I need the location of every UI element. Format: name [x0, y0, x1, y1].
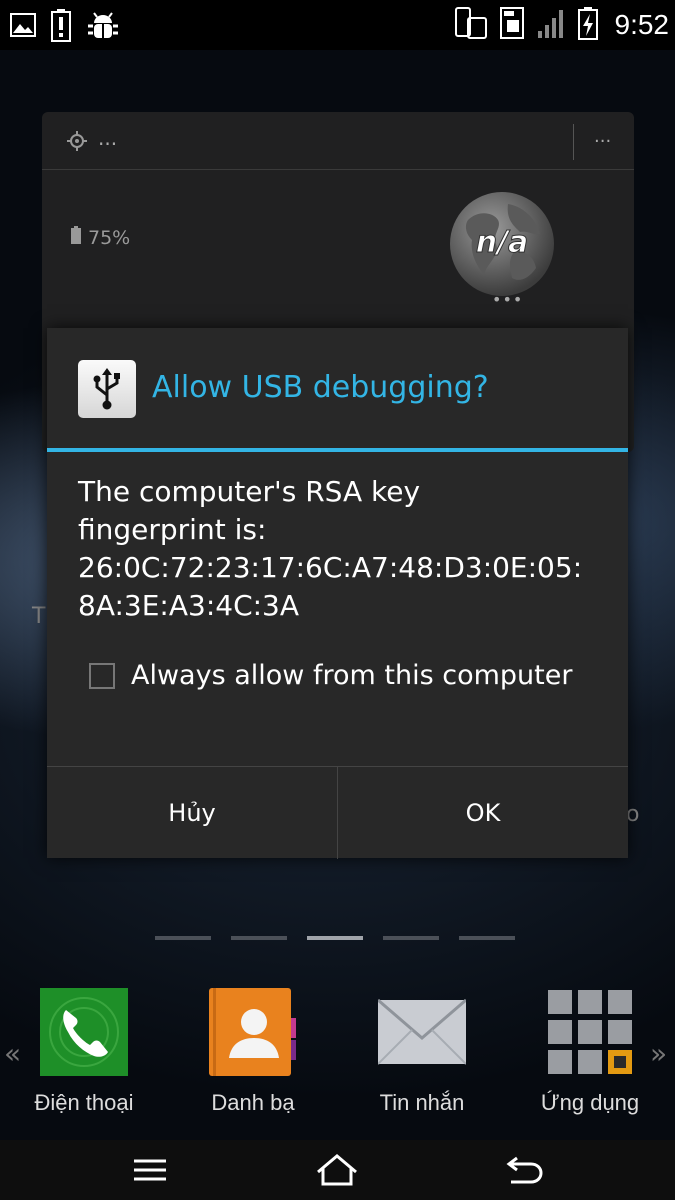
- dialog-title: Allow USB debugging?: [152, 370, 489, 405]
- globe-label: n/a: [476, 225, 529, 260]
- dock-app-label: Danh bạ: [211, 1090, 295, 1115]
- usb-icon: [78, 360, 136, 418]
- dialog-title-divider: [47, 448, 628, 452]
- data-saver-icon: [497, 6, 527, 44]
- back-icon[interactable]: [505, 1152, 545, 1192]
- signal-icon: [537, 7, 567, 43]
- dock-app-label: Điện thoại: [34, 1090, 134, 1115]
- status-bar: 9:52: [0, 0, 675, 50]
- dialog-header: Allow USB debugging?: [47, 328, 628, 448]
- page-dot: [155, 936, 211, 940]
- page-dot-active: [307, 936, 363, 940]
- widget-battery: 75%: [70, 226, 130, 249]
- dialog-message: The computer's RSA key fingerprint is: 2…: [78, 473, 608, 625]
- globe-dots: •••: [492, 290, 524, 309]
- dock-app-messages[interactable]: Tin nhắn: [347, 985, 497, 1116]
- dock-app-phone[interactable]: Điện thoại: [9, 985, 159, 1116]
- page-dot: [459, 936, 515, 940]
- battery-notification-icon: [50, 8, 72, 46]
- battery-percent: 75%: [88, 226, 131, 249]
- widget-divider: [573, 124, 574, 160]
- android-debug-icon: [86, 9, 120, 45]
- globe-icon[interactable]: n/a: [448, 190, 556, 302]
- phone-icon[interactable]: [40, 988, 128, 1076]
- message-line: The computer's RSA key: [78, 475, 421, 508]
- image-notification-icon: [10, 13, 36, 41]
- dialog-button-bar: Hủy OK: [47, 766, 628, 859]
- menu-icon[interactable]: [132, 1152, 168, 1192]
- dock-app-contacts[interactable]: Danh bạ: [178, 985, 328, 1116]
- location-label[interactable]: ...: [98, 126, 117, 150]
- dock-app-label: Tin nhắn: [379, 1090, 465, 1115]
- message-line: 26:0C:72:23:17:6C:A7:48:D3:0E:05:: [78, 551, 583, 584]
- message-line: fingerprint is:: [78, 513, 267, 546]
- app-drawer-icon[interactable]: [546, 988, 634, 1076]
- screen-rotation-icon: [453, 6, 487, 44]
- always-allow-label[interactable]: Always allow from this computer: [131, 660, 572, 691]
- home-icon[interactable]: [315, 1152, 359, 1192]
- status-clock: 9:52: [614, 9, 670, 40]
- usb-debugging-dialog: Allow USB debugging? The computer's RSA …: [47, 328, 628, 859]
- page-indicator: [155, 936, 515, 940]
- background-text-fragment: T: [32, 604, 46, 629]
- widget-menu[interactable]: ...: [594, 126, 611, 147]
- background-text-fragment: o: [626, 802, 640, 827]
- app-dock: « » Điện thoại Danh bạ Tin nhắn Ứng dụng: [0, 985, 675, 1125]
- navigation-bar: [0, 1140, 675, 1200]
- always-allow-option[interactable]: Always allow from this computer: [89, 660, 572, 691]
- dock-app-drawer[interactable]: Ứng dụng: [515, 985, 665, 1116]
- message-line: 8A:3E:A3:4C:3A: [78, 589, 300, 622]
- battery-charging-icon: [577, 6, 599, 44]
- contacts-icon[interactable]: [209, 988, 297, 1076]
- page-dot: [383, 936, 439, 940]
- messages-icon[interactable]: [377, 988, 467, 1076]
- location-icon[interactable]: [66, 130, 88, 156]
- page-dot: [231, 936, 287, 940]
- cancel-button[interactable]: Hủy: [47, 767, 337, 859]
- ok-button[interactable]: OK: [337, 767, 628, 859]
- always-allow-checkbox[interactable]: [89, 662, 115, 689]
- dock-app-label: Ứng dụng: [540, 1090, 640, 1115]
- widget-header: ... ...: [42, 112, 634, 170]
- battery-icon: [70, 226, 82, 249]
